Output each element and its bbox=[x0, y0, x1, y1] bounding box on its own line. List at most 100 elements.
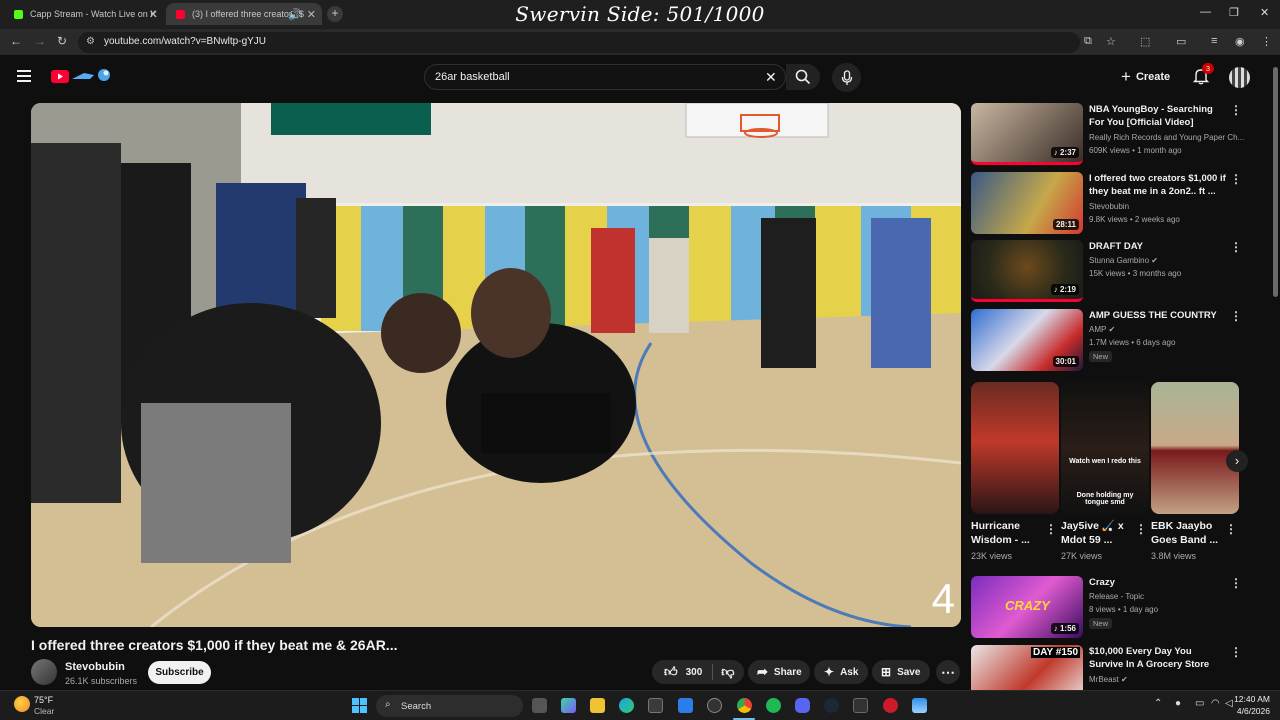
save-button[interactable]: ⊞ Save bbox=[872, 660, 930, 684]
video-thumbnail[interactable]: CRAZY ♪ 1:56 bbox=[971, 576, 1083, 638]
short-item[interactable]: Hurricane Wisdom - ... 23K views ⋮ bbox=[971, 382, 1059, 561]
edge-icon[interactable] bbox=[619, 698, 634, 713]
shorts-next-button[interactable]: › bbox=[1226, 450, 1248, 472]
voice-search-button[interactable] bbox=[832, 63, 861, 92]
steam-icon[interactable] bbox=[824, 698, 839, 713]
ask-button[interactable]: ✦ Ask bbox=[814, 660, 868, 684]
file-explorer-icon[interactable] bbox=[590, 698, 605, 713]
bookmark-star-icon[interactable]: ☆ bbox=[1106, 35, 1116, 48]
maximize-icon[interactable]: ❐ bbox=[1229, 6, 1239, 19]
new-tab-button[interactable]: + bbox=[327, 6, 343, 22]
video-thumbnail[interactable]: DAY #150 bbox=[971, 645, 1083, 690]
short-thumbnail[interactable]: Watch wen I redo this Done holding my to… bbox=[1061, 382, 1149, 514]
weather-temp[interactable]: 75°F bbox=[34, 695, 53, 705]
clock-time[interactable]: 12:40 AM bbox=[1226, 694, 1270, 704]
more-vertical-icon[interactable]: ⋮ bbox=[1230, 309, 1242, 323]
channel-name[interactable]: Stevobubin bbox=[65, 661, 125, 673]
close-window-icon[interactable]: ✕ bbox=[1260, 6, 1269, 19]
recommendation-title[interactable]: NBA YoungBoy - Searching For You [Offici… bbox=[1089, 103, 1227, 129]
dislike-icon[interactable]: 👎︎ bbox=[721, 664, 734, 680]
recommendation-item[interactable]: 28:11 I offered two creators $1,000 if t… bbox=[971, 172, 1261, 238]
microsoft-store-icon[interactable] bbox=[648, 698, 663, 713]
back-icon[interactable]: ← bbox=[10, 34, 22, 48]
search-input[interactable]: 26ar basketball ✕ bbox=[424, 64, 786, 90]
photos-icon[interactable] bbox=[912, 698, 927, 713]
video-player[interactable]: 4 bbox=[31, 103, 961, 627]
create-button[interactable]: + Create bbox=[1121, 64, 1170, 90]
recommendation-item[interactable]: CRAZY ♪ 1:56 Crazy Release - Topic 8 vie… bbox=[971, 576, 1261, 642]
video-thumbnail[interactable]: 30:01 bbox=[971, 309, 1083, 371]
recommendation-item[interactable]: ♪ 2:19 DRAFT DAY Stunna Gambino ✔ 15K vi… bbox=[971, 240, 1261, 306]
tab-youtube-video[interactable]: (3) I offered three creators $ 🔊 ✕ bbox=[166, 3, 322, 25]
recommendation-title[interactable]: Crazy bbox=[1089, 576, 1227, 589]
minimize-icon[interactable]: — bbox=[1200, 6, 1211, 18]
display-icon[interactable]: ▭ bbox=[1195, 698, 1204, 709]
video-thumbnail[interactable]: ♪ 2:37 bbox=[971, 103, 1083, 165]
wifi-icon[interactable]: ◠ bbox=[1211, 698, 1220, 709]
forward-icon[interactable]: → bbox=[34, 34, 46, 48]
recommendation-item[interactable]: 30:01 AMP GUESS THE COUNTRY AMP ✔ 1.7M v… bbox=[971, 309, 1261, 375]
chevron-up-icon[interactable]: ⌃ bbox=[1154, 698, 1162, 709]
opera-icon[interactable] bbox=[883, 698, 898, 713]
account-avatar[interactable] bbox=[1229, 67, 1250, 88]
recommendation-item[interactable]: ♪ 2:37 NBA YoungBoy - Searching For You … bbox=[971, 103, 1261, 169]
recommendation-title[interactable]: I offered two creators $1,000 if they be… bbox=[1089, 172, 1227, 198]
spotify-icon[interactable] bbox=[766, 698, 781, 713]
copilot-icon[interactable] bbox=[561, 698, 576, 713]
hamburger-menu-icon[interactable] bbox=[17, 70, 31, 82]
share-button[interactable]: ➦ Share bbox=[748, 660, 810, 684]
recommendation-title[interactable]: DRAFT DAY bbox=[1089, 240, 1227, 253]
notifications-button[interactable]: 3 bbox=[1192, 63, 1214, 87]
youtube-logo[interactable] bbox=[50, 68, 114, 84]
search-button[interactable] bbox=[786, 64, 820, 90]
like-count[interactable]: 300 bbox=[686, 667, 703, 678]
subscribe-button[interactable]: Subscribe bbox=[148, 661, 211, 684]
short-item[interactable]: Watch wen I redo this Done holding my to… bbox=[1061, 382, 1149, 561]
more-vertical-icon[interactable]: ⋮ bbox=[1225, 522, 1237, 536]
video-thumbnail[interactable]: 28:11 bbox=[971, 172, 1083, 234]
weather-icon[interactable] bbox=[14, 696, 30, 712]
install-icon[interactable]: ⧉ bbox=[1084, 35, 1092, 48]
extensions-icon[interactable]: ⬚ bbox=[1140, 35, 1150, 48]
windows-start-icon[interactable] bbox=[352, 698, 367, 713]
split-view-icon[interactable]: ▭ bbox=[1176, 35, 1186, 48]
more-vertical-icon[interactable]: ⋮ bbox=[1230, 576, 1242, 590]
scrollbar-thumb[interactable] bbox=[1273, 67, 1278, 297]
recommendation-title[interactable]: AMP GUESS THE COUNTRY bbox=[1089, 309, 1227, 322]
page-scrollbar[interactable] bbox=[1271, 55, 1280, 690]
short-title[interactable]: EBK Jaaybo Goes Band ... bbox=[1151, 519, 1223, 547]
chrome-icon[interactable] bbox=[737, 698, 752, 713]
tab-capp-stream[interactable]: Capp Stream - Watch Live on K ✕ bbox=[4, 3, 164, 25]
recommendation-item[interactable]: DAY #150 $10,000 Every Day You Survive I… bbox=[971, 645, 1261, 690]
short-thumbnail[interactable] bbox=[1151, 382, 1239, 514]
more-vertical-icon[interactable]: ⋮ bbox=[1135, 522, 1147, 536]
channel-avatar[interactable] bbox=[31, 659, 57, 685]
reload-icon[interactable]: ↻ bbox=[57, 34, 67, 48]
mail-icon[interactable] bbox=[678, 698, 693, 713]
tab-close-icon[interactable]: ✕ bbox=[149, 8, 158, 21]
short-thumbnail[interactable] bbox=[971, 382, 1059, 514]
microphone-icon[interactable]: ● bbox=[1175, 698, 1181, 709]
clear-search-icon[interactable]: ✕ bbox=[765, 69, 777, 86]
menu-dots-icon[interactable]: ⋮ bbox=[1261, 35, 1272, 48]
discord-icon[interactable] bbox=[795, 698, 810, 713]
speaker-icon[interactable]: 🔊 bbox=[288, 8, 302, 21]
more-vertical-icon[interactable]: ⋮ bbox=[1230, 103, 1242, 117]
short-title[interactable]: Jay5ive 🏑 x Mdot 59 ... bbox=[1061, 519, 1133, 547]
reading-list-icon[interactable]: ≡ bbox=[1211, 35, 1217, 47]
more-actions-button[interactable]: ⋯ bbox=[936, 660, 960, 684]
settings-gear-icon[interactable] bbox=[707, 698, 722, 713]
taskbar-search-box[interactable]: ⌕ Search bbox=[376, 695, 523, 717]
more-vertical-icon[interactable]: ⋮ bbox=[1045, 522, 1057, 536]
xbox-icon[interactable] bbox=[853, 698, 868, 713]
short-item[interactable]: EBK Jaaybo Goes Band ... 3.8M views ⋮ bbox=[1151, 382, 1239, 561]
site-info-icon[interactable]: ⚙ bbox=[86, 36, 95, 47]
short-title[interactable]: Hurricane Wisdom - ... bbox=[971, 519, 1043, 547]
more-vertical-icon[interactable]: ⋮ bbox=[1230, 645, 1242, 659]
profile-icon[interactable]: ◉ bbox=[1235, 35, 1245, 48]
recommendation-title[interactable]: $10,000 Every Day You Survive In A Groce… bbox=[1089, 645, 1227, 671]
task-view-icon[interactable] bbox=[532, 698, 547, 713]
url-field[interactable]: ⚙ youtube.com/watch?v=BNwltp-gYJU ⧉ ☆ bbox=[78, 32, 1116, 53]
video-thumbnail[interactable]: ♪ 2:19 bbox=[971, 240, 1083, 302]
tab-close-icon[interactable]: ✕ bbox=[307, 8, 316, 21]
